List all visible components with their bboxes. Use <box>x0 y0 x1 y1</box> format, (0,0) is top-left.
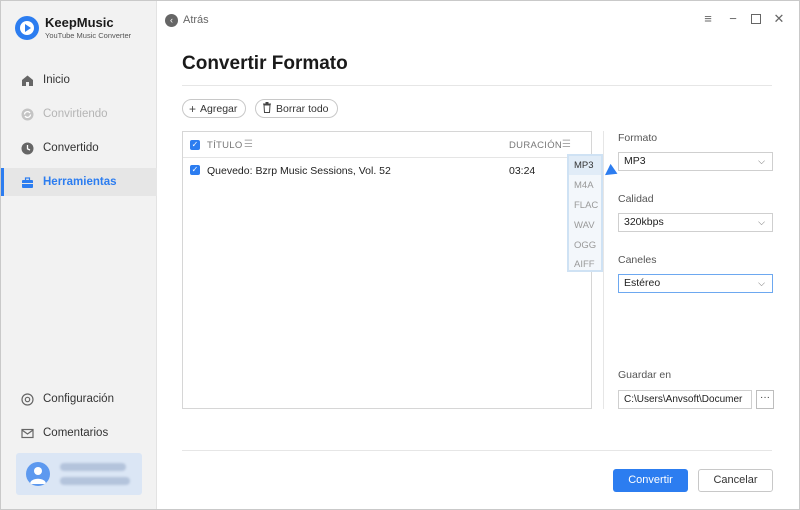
plus-icon: + <box>189 101 197 116</box>
channels-select-value: Estéreo <box>624 277 661 289</box>
output-path-field[interactable]: C:\Users\Anvsoft\Documer <box>618 390 752 409</box>
track-duration: 03:24 <box>509 165 536 177</box>
mail-icon <box>21 427 34 440</box>
toolbox-icon <box>21 176 34 189</box>
menu-icon[interactable]: ≡ <box>701 11 715 27</box>
divider <box>182 450 772 451</box>
format-select[interactable]: MP3 ⌵ <box>618 152 773 171</box>
column-title[interactable]: TÍTULO <box>207 140 243 151</box>
format-option-wav[interactable]: WAV <box>574 220 595 231</box>
format-dropdown-list: MP3 M4A FLAC WAV OGG AIFF <box>567 154 603 272</box>
select-all-checkbox[interactable]: ✓ <box>190 140 200 150</box>
back-arrow-icon[interactable]: ‹ <box>165 14 178 27</box>
sidebar-item-label: Herramientas <box>43 176 117 188</box>
channels-select[interactable]: Estéreo ⌵ <box>618 274 773 293</box>
format-label: Formato <box>618 132 658 144</box>
divider <box>182 85 772 86</box>
sidebar-item-comentarios[interactable]: Comentarios <box>1 419 157 447</box>
sidebar: KeepMusic YouTube Music Converter Inicio… <box>1 1 157 509</box>
trash-icon <box>262 101 272 116</box>
sidebar-item-label: Convertido <box>43 142 99 154</box>
format-option-mp3[interactable]: MP3 <box>574 160 594 171</box>
clear-all-button[interactable]: Borrar todo <box>255 99 338 118</box>
clock-icon <box>21 142 34 155</box>
sidebar-item-herramientas[interactable]: Herramientas <box>1 168 157 196</box>
user-account-card[interactable] <box>16 453 142 495</box>
sort-icon[interactable]: ☰ <box>244 139 253 150</box>
back-button[interactable]: Atrás <box>183 14 209 26</box>
app-subtitle: YouTube Music Converter <box>45 31 132 40</box>
sidebar-item-label: Comentarios <box>43 427 109 439</box>
convert-button[interactable]: Convertir <box>613 469 688 492</box>
track-title: Quevedo: Bzrp Music Sessions, Vol. 52 <box>207 165 391 177</box>
app-logo-icon <box>15 16 39 40</box>
browse-button[interactable]: ··· <box>756 390 774 409</box>
chevron-down-icon: ⌵ <box>758 156 765 166</box>
home-icon <box>21 74 34 87</box>
list-header: ✓ TÍTULO ☰ DURACIÓN ☰ <box>183 132 591 158</box>
blurred-user-email <box>60 477 130 485</box>
sidebar-item-configuracion[interactable]: Configuración <box>1 385 157 413</box>
sidebar-item-inicio[interactable]: Inicio <box>1 66 157 94</box>
chevron-down-icon: ⌵ <box>758 217 765 227</box>
app-name: KeepMusic <box>45 15 114 30</box>
quality-select-value: 320kbps <box>624 216 664 228</box>
sidebar-item-label: Configuración <box>43 393 114 405</box>
format-option-aiff[interactable]: AIFF <box>574 259 595 270</box>
maximize-icon[interactable] <box>749 11 763 27</box>
sidebar-item-label: Convirtiendo <box>43 108 108 120</box>
format-option-m4a[interactable]: M4A <box>574 180 594 191</box>
format-select-value: MP3 <box>624 155 646 167</box>
gear-icon <box>21 392 34 406</box>
sidebar-item-convertido[interactable]: Convertido <box>1 134 157 162</box>
avatar <box>26 462 50 486</box>
sort-icon[interactable]: ☰ <box>562 139 571 150</box>
app-window: KeepMusic YouTube Music Converter Inicio… <box>0 0 800 510</box>
column-duration[interactable]: DURACIÓN <box>509 140 562 151</box>
row-checkbox[interactable]: ✓ <box>190 165 200 175</box>
channels-label: Caneles <box>618 254 657 266</box>
cancel-button[interactable]: Cancelar <box>698 469 773 492</box>
minimize-icon[interactable]: − <box>726 11 740 27</box>
add-button[interactable]: + Agregar <box>182 99 247 118</box>
close-icon[interactable]: ✕ <box>772 11 786 27</box>
save-location-label: Guardar en <box>618 369 672 381</box>
quality-label: Calidad <box>618 193 654 205</box>
sidebar-item-label: Inicio <box>43 74 70 86</box>
page-title: Convertir Formato <box>182 53 348 74</box>
track-list: ✓ TÍTULO ☰ DURACIÓN ☰ ✓ Quevedo: Bzrp Mu… <box>182 131 592 409</box>
add-button-label: Agregar <box>200 102 238 115</box>
chevron-down-icon: ⌵ <box>758 278 765 288</box>
format-option-ogg[interactable]: OGG <box>574 240 596 251</box>
quality-select[interactable]: 320kbps ⌵ <box>618 213 773 232</box>
sidebar-item-convirtiendo[interactable]: Convirtiendo <box>1 100 157 128</box>
format-option-flac[interactable]: FLAC <box>574 200 598 211</box>
blurred-user-name <box>60 463 126 471</box>
sync-icon <box>21 108 34 121</box>
clear-all-label: Borrar todo <box>276 102 329 115</box>
